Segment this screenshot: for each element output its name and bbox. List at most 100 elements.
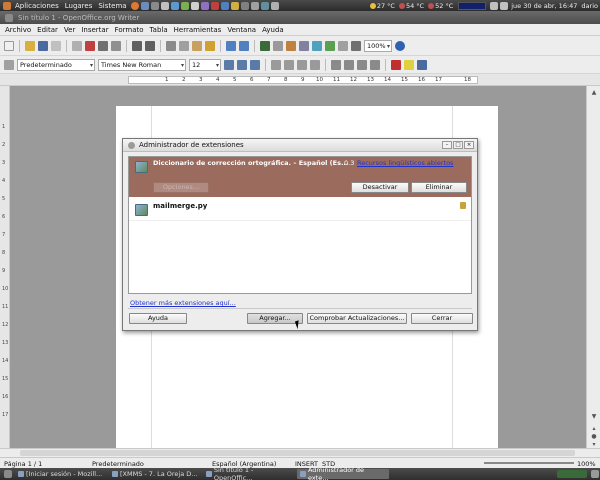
task-writer[interactable]: Sin título 1 - OpenOffic... [203, 466, 295, 480]
disable-button[interactable]: Desactivar [351, 182, 409, 193]
horizontal-scrollbar[interactable] [0, 448, 600, 457]
font-color-icon[interactable] [391, 59, 401, 70]
menu-herramientas[interactable]: Herramientas [171, 26, 225, 34]
window-titlebar[interactable]: Sin título 1 - OpenOffice.org Writer [0, 11, 600, 24]
font-name-select[interactable]: Times New Roman ▾ [98, 58, 186, 71]
launcher-icon[interactable] [230, 1, 239, 10]
close-icon[interactable]: × [464, 141, 474, 149]
zoom-slider[interactable] [484, 462, 574, 464]
print-preview-icon[interactable] [111, 40, 121, 51]
undo-icon[interactable] [226, 40, 236, 51]
publisher-link[interactable]: Recursos lingüísticos abiertos [357, 159, 453, 167]
page-style[interactable]: Predeterminado [92, 460, 144, 468]
save-icon[interactable] [38, 40, 48, 51]
bullets-icon[interactable] [344, 59, 354, 70]
system-monitor-graph[interactable] [458, 1, 487, 10]
autospellcheck-icon[interactable] [145, 40, 155, 51]
volume-icon[interactable] [500, 1, 509, 10]
menu-ventana[interactable]: Ventana [224, 26, 259, 34]
align-center-icon[interactable] [284, 59, 294, 70]
menu-archivo[interactable]: Archivo [2, 26, 34, 34]
panel-menu-applications[interactable]: Aplicaciones [12, 2, 62, 10]
align-right-icon[interactable] [297, 59, 307, 70]
menu-insertar[interactable]: Insertar [78, 26, 111, 34]
underline-icon[interactable] [250, 59, 260, 70]
navigator-icon[interactable] [312, 40, 322, 51]
menu-ver[interactable]: Ver [61, 26, 78, 34]
redo-icon[interactable] [239, 40, 249, 51]
background-color-icon[interactable] [417, 59, 427, 70]
horizontal-ruler[interactable]: 1 2 3 4 5 6 7 8 9 10 11 12 13 14 15 16 1… [0, 74, 600, 86]
task-firefox[interactable]: [Iniciar sesión - Mozill... [15, 469, 107, 479]
user-name[interactable]: dario [579, 2, 600, 10]
print-icon[interactable] [98, 40, 108, 51]
network-icon[interactable] [490, 1, 499, 10]
weather-indicator[interactable]: 27 °C [368, 2, 397, 10]
menu-formato[interactable]: Formato [112, 26, 147, 34]
launcher-icon[interactable] [160, 1, 169, 10]
panel-menu-places[interactable]: Lugares [62, 2, 96, 10]
scroll-thumb[interactable] [20, 450, 575, 456]
launcher-icon[interactable] [190, 1, 199, 10]
gallery-icon[interactable] [325, 40, 335, 51]
close-button[interactable]: Cerrar [411, 313, 473, 324]
cut-icon[interactable] [166, 40, 176, 51]
help-icon[interactable] [395, 40, 405, 51]
increase-indent-icon[interactable] [370, 59, 380, 70]
panel-menu-system[interactable]: Sistema [95, 2, 129, 10]
task-extension-manager[interactable]: Administrador de exte... [297, 466, 389, 480]
align-left-icon[interactable] [271, 59, 281, 70]
show-desktop-icon[interactable] [4, 470, 12, 478]
launcher-icon[interactable] [200, 1, 209, 10]
gpu-temp-indicator[interactable]: 52 °C [426, 2, 455, 10]
page-indicator[interactable]: Página 1 / 1 [4, 460, 42, 468]
scroll-down-icon[interactable]: ▼ [589, 412, 599, 422]
highlight-icon[interactable] [404, 59, 414, 70]
clone-format-icon[interactable] [205, 40, 215, 51]
options-button[interactable]: Opciones... [153, 182, 209, 193]
open-folder-icon[interactable] [25, 40, 35, 51]
data-sources-icon[interactable] [338, 40, 348, 51]
launcher-icon[interactable] [220, 1, 229, 10]
table-icon[interactable] [273, 40, 283, 51]
italic-icon[interactable] [237, 59, 247, 70]
gnome-foot-icon[interactable] [3, 1, 11, 10]
paragraph-style-select[interactable]: Predeterminado ▾ [17, 58, 95, 71]
clock[interactable]: jue 30 de abr, 16:47 [509, 2, 579, 10]
launcher-icon[interactable] [150, 1, 159, 10]
help-button[interactable]: Ayuda [129, 313, 187, 324]
find-replace-icon[interactable] [299, 40, 309, 51]
extension-item-selected[interactable]: Diccionario de corrección ortográfica. –… [129, 157, 471, 197]
zoom-select[interactable]: 100% ▾ [364, 39, 392, 52]
export-pdf-icon[interactable] [85, 40, 95, 51]
task-xmms[interactable]: [XMMS - 7. La Oreja D... [109, 469, 201, 479]
launcher-icon[interactable] [250, 1, 259, 10]
launcher-icon[interactable] [240, 1, 249, 10]
bold-icon[interactable] [224, 59, 234, 70]
menu-tabla[interactable]: Tabla [147, 26, 171, 34]
hyperlink-icon[interactable] [260, 40, 270, 51]
trash-icon[interactable] [591, 470, 599, 478]
show-draw-icon[interactable] [286, 40, 296, 51]
extension-list[interactable]: Diccionario de corrección ortográfica. –… [128, 156, 472, 294]
launcher-icon[interactable] [170, 1, 179, 10]
menu-editar[interactable]: Editar [34, 26, 61, 34]
scroll-up-icon[interactable]: ▲ [589, 88, 599, 98]
email-icon[interactable] [51, 40, 61, 51]
window-menu-icon[interactable] [5, 13, 13, 22]
get-more-extensions-link[interactable]: Obtener más extensiones aquí... [130, 299, 236, 307]
numbering-icon[interactable] [331, 59, 341, 70]
statusbar-zoom[interactable]: 100% [577, 460, 596, 468]
extension-item[interactable]: mailmerge.py [129, 199, 471, 221]
font-size-select[interactable]: 12 ▾ [189, 58, 221, 71]
decrease-indent-icon[interactable] [357, 59, 367, 70]
workspace-switcher[interactable] [557, 470, 587, 478]
vertical-ruler[interactable]: 1 2 3 4 5 6 7 8 9 10 11 12 13 14 15 16 1… [0, 86, 10, 448]
menu-ayuda[interactable]: Ayuda [259, 26, 287, 34]
launcher-icon[interactable] [270, 1, 279, 10]
dialog-titlebar[interactable]: Administrador de extensiones – □ × [123, 139, 477, 152]
launcher-icon[interactable] [210, 1, 219, 10]
check-updates-button[interactable]: Comprobar Actualizaciones... [307, 313, 407, 324]
firefox-launcher-icon[interactable] [130, 1, 139, 10]
minimize-icon[interactable]: – [442, 141, 452, 149]
